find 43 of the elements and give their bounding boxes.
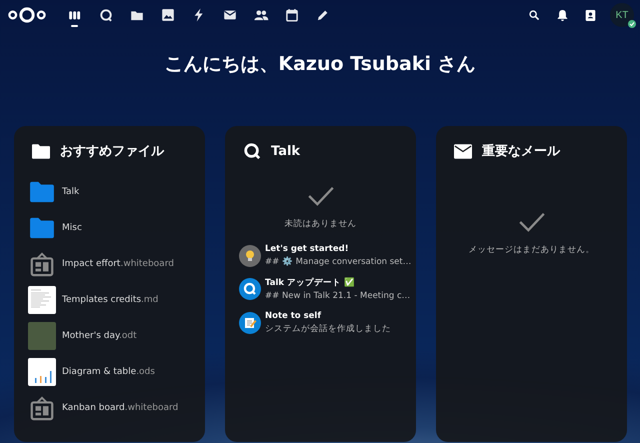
file-row[interactable]: Mother's day.odt — [14, 318, 205, 354]
checkmark-icon — [518, 212, 546, 232]
widget-title: 重要なメール — [482, 142, 560, 160]
empty-message: 未読はありません — [284, 218, 356, 230]
conversation-preview: ## New in Talk 21.1 - Meeting c… — [265, 291, 408, 301]
file-name: Talk — [62, 187, 80, 197]
file-row[interactable]: Kanban board.whiteboard — [14, 390, 205, 426]
chat-bubble-icon — [243, 142, 261, 160]
logo-icon[interactable] — [8, 6, 46, 24]
conversation-title[interactable]: Let's get started! — [265, 244, 408, 254]
whiteboard-icon — [29, 395, 55, 421]
photo-placeholder — [28, 322, 56, 350]
file-name: Impact effort.whiteboard — [62, 259, 174, 269]
empty-message: メッセージはまだありません。 — [468, 244, 594, 256]
file-row[interactable]: Misc — [14, 210, 205, 246]
chat-bubble-avatar — [239, 278, 261, 300]
widget-title: Talk — [271, 144, 300, 158]
folder-icon — [29, 181, 55, 203]
file-row[interactable]: Templates credits.md — [14, 282, 205, 318]
file-row[interactable]: Impact effort.whiteboard — [14, 246, 205, 282]
chart-thumbnail — [28, 358, 56, 386]
folder-icon — [29, 217, 55, 239]
file-name: Templates credits.md — [62, 295, 158, 305]
notepad-avatar — [239, 312, 261, 334]
greeting-heading: こんにちは、Kazuo Tsubaki さん — [163, 52, 477, 77]
document-thumbnail — [28, 286, 56, 314]
conversation-title[interactable]: Note to self — [265, 311, 391, 321]
file-name: Diagram & table.ods — [62, 367, 155, 377]
widget-title: おすすめファイル — [60, 143, 164, 160]
checkmark-icon — [306, 186, 334, 206]
envelope-icon — [454, 144, 472, 158]
file-row[interactable]: Diagram & table.ods — [14, 354, 205, 390]
file-name: Misc — [62, 223, 82, 233]
file-name: Kanban board.whiteboard — [62, 403, 178, 413]
conversation-preview: ## ⚙ Manage conversation set… — [265, 256, 408, 267]
conversation-title[interactable]: Talk アップデート ✅ — [265, 277, 408, 289]
folder-icon — [32, 144, 50, 158]
user-avatar[interactable]: KT — [610, 3, 634, 27]
conversation-preview: システムが会話を作成しました — [265, 323, 391, 335]
lightbulb-avatar — [239, 244, 261, 266]
whiteboard-icon — [29, 251, 55, 277]
file-name: Mother's day.odt — [62, 331, 137, 341]
file-row[interactable]: Talk — [14, 174, 205, 210]
